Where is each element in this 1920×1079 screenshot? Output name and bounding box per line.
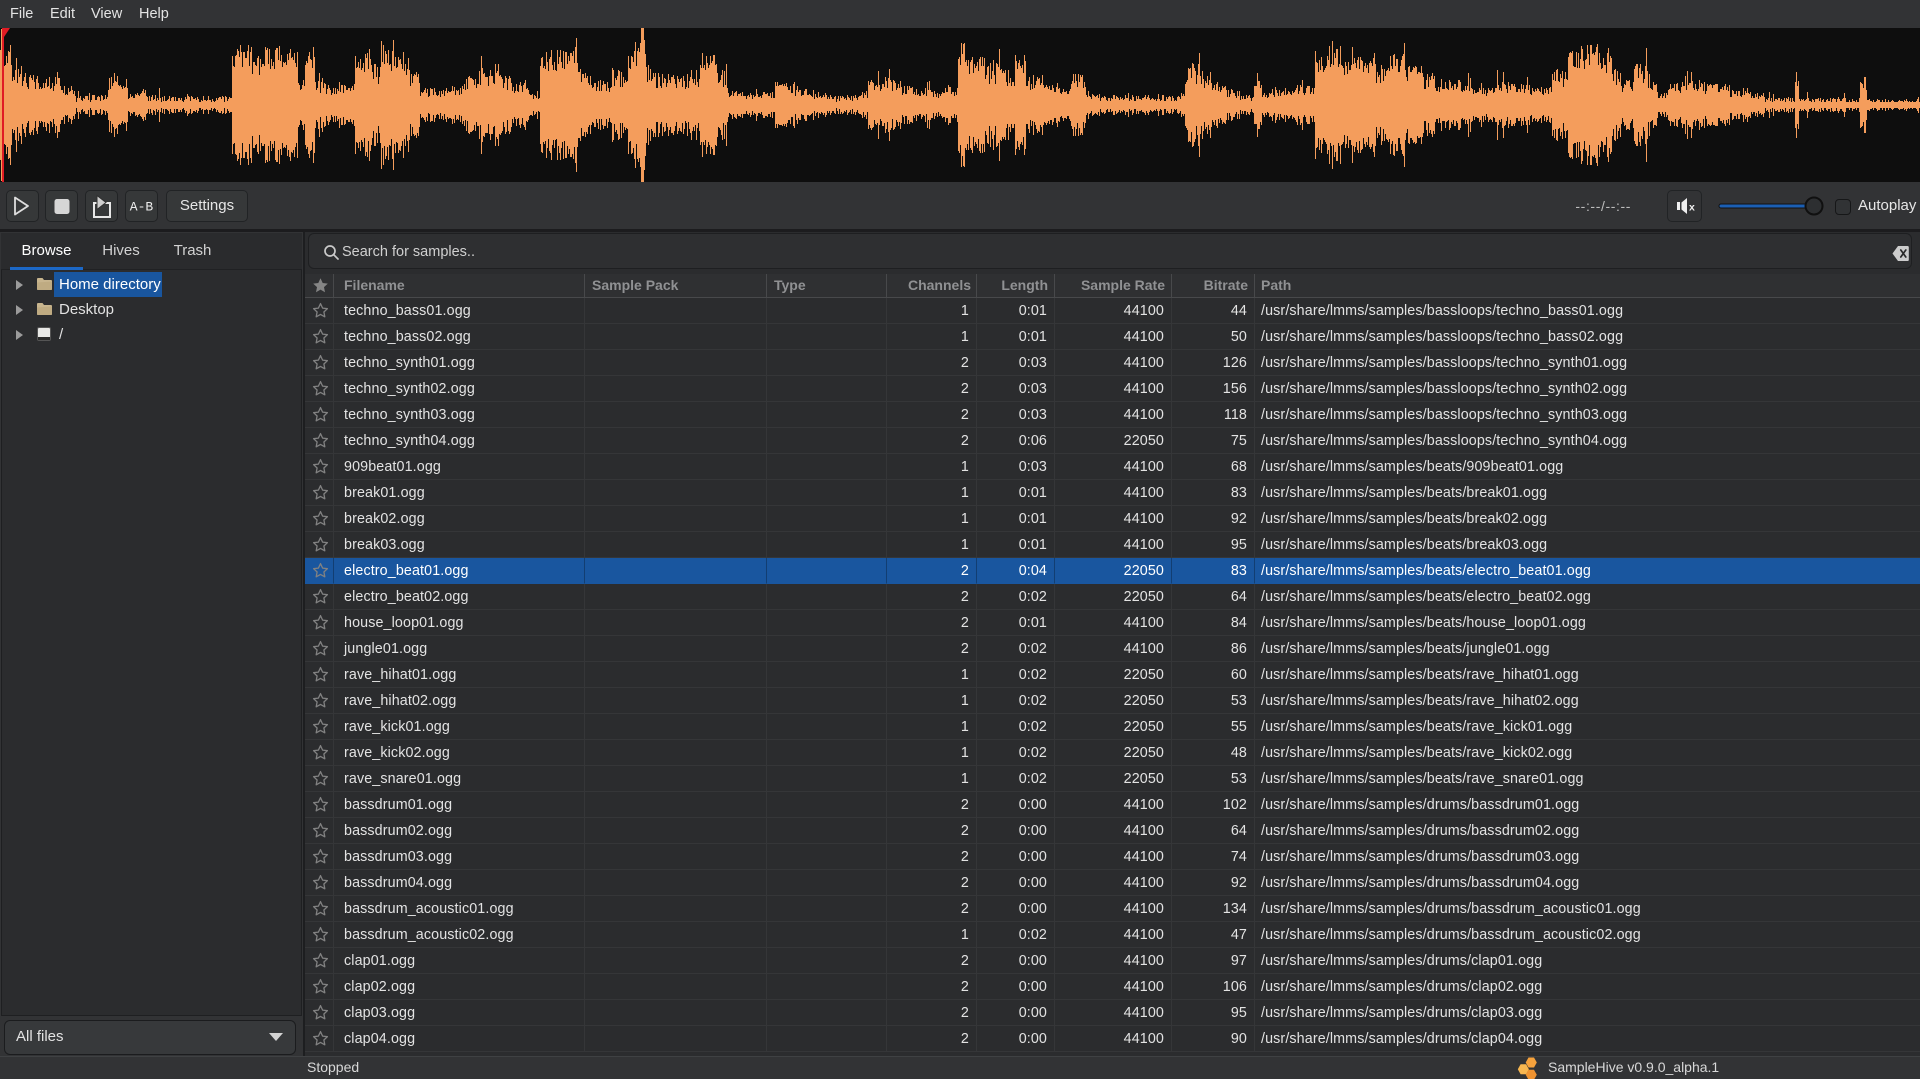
svg-text:x: x [1689, 202, 1695, 214]
svg-text:A-B: A-B [130, 200, 154, 215]
